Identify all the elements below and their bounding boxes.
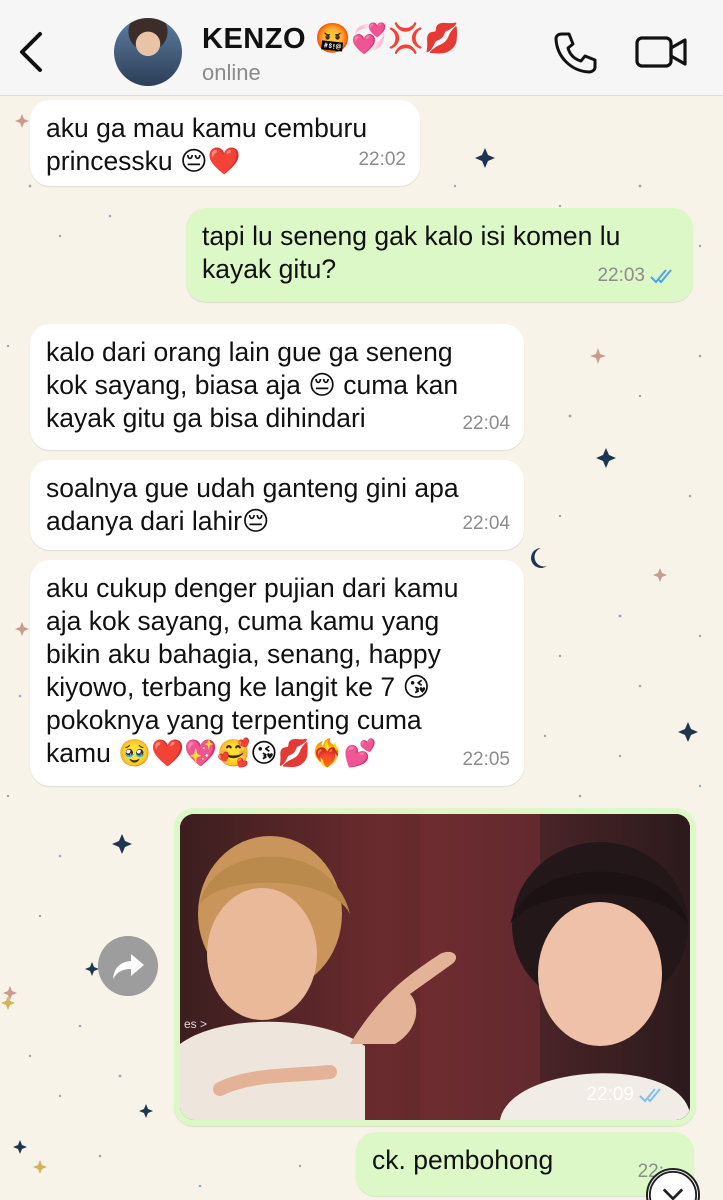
message-incoming[interactable]: kalo dari orang lain gue ga seneng kok s…: [30, 324, 524, 450]
message-time: 22:04: [462, 513, 510, 534]
message-time: 22:03: [597, 259, 679, 292]
message-incoming[interactable]: aku cukup denger pujian dari kamu aja ko…: [30, 560, 524, 786]
shared-photo[interactable]: es > 22:09: [180, 814, 690, 1120]
message-text: kalo dari orang lain gue ga seneng kok s…: [46, 337, 459, 433]
contact-status: online: [202, 60, 261, 85]
message-text: soalnya gue udah ganteng gini apa adanya…: [46, 473, 459, 536]
message-time: 22:04: [462, 413, 510, 434]
message-text: ck. pembohong: [372, 1145, 554, 1175]
message-outgoing[interactable]: tapi lu seneng gak kalo isi komen lu kay…: [186, 208, 693, 302]
svg-text:es >: es >: [184, 1017, 207, 1031]
message-incoming[interactable]: aku ga mau kamu cemburu princessku 😔❤️ 2…: [30, 100, 420, 186]
contact-avatar[interactable]: [114, 18, 182, 86]
photo-image: es >: [180, 814, 690, 1120]
message-time: 22:02: [358, 149, 406, 170]
read-receipt-icon: [639, 1088, 661, 1103]
message-incoming[interactable]: soalnya gue udah ganteng gini apa adanya…: [30, 460, 524, 550]
message-text: aku ga mau kamu cemburu princessku 😔❤️: [46, 113, 368, 176]
message-outgoing-photo[interactable]: es > 22:09: [174, 808, 696, 1126]
read-receipt-icon: [650, 268, 672, 283]
chat-area[interactable]: aku ga mau kamu cemburu princessku 😔❤️ 2…: [0, 96, 723, 1200]
contact-name[interactable]: KENZO 🤬💞💢💋: [202, 22, 461, 56]
video-camera-icon[interactable]: [634, 30, 688, 74]
chat-header: KENZO 🤬💞💢💋 online: [0, 0, 723, 96]
forward-icon[interactable]: [98, 936, 158, 996]
message-outgoing[interactable]: ck. pembohong 22:: [356, 1132, 694, 1196]
message-time: 22:09: [586, 1084, 668, 1106]
message-time: 22:05: [462, 749, 510, 770]
phone-icon[interactable]: [552, 30, 598, 76]
message-text: aku cukup denger pujian dari kamu aja ko…: [46, 573, 459, 768]
back-chevron-icon[interactable]: [14, 30, 48, 74]
